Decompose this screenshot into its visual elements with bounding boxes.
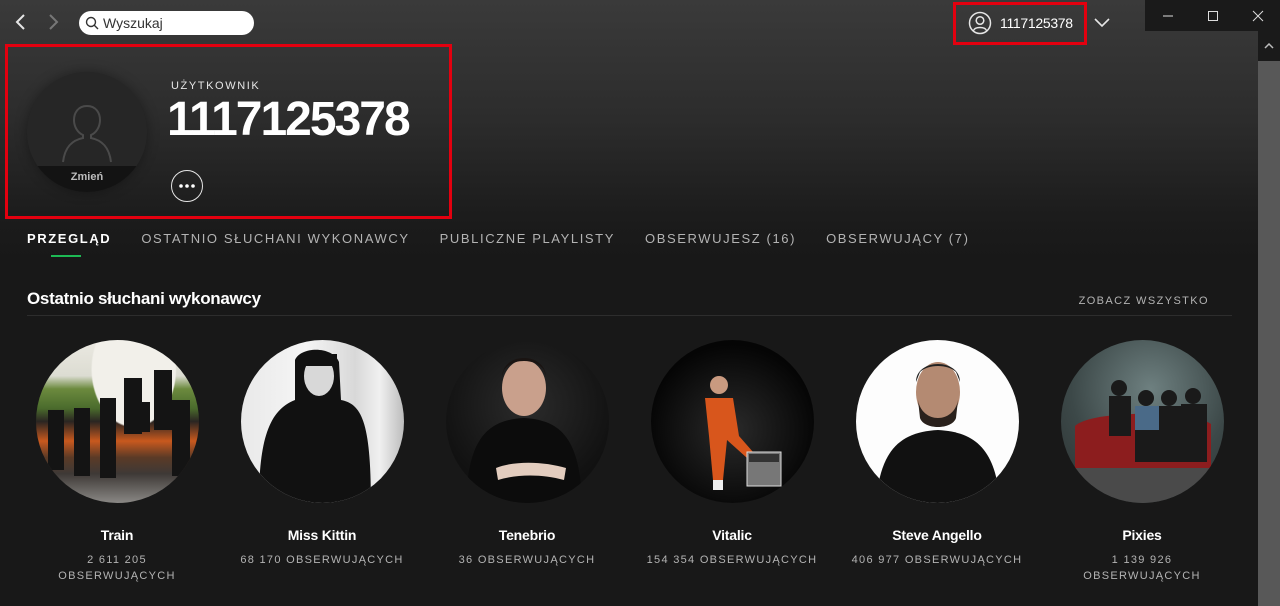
artist-name[interactable]: Tenebrio <box>437 527 617 543</box>
artist-name[interactable]: Pixies <box>1052 527 1232 543</box>
user-menu-button[interactable]: 1117125378 <box>958 6 1082 40</box>
artist-card[interactable]: Steve Angello 406 977 OBSERWUJĄCYCH <box>847 340 1027 584</box>
change-photo-button[interactable]: Zmień <box>27 166 147 192</box>
back-button[interactable] <box>9 10 33 34</box>
username-label: 1117125378 <box>1000 15 1073 31</box>
scroll-up-button[interactable] <box>1258 31 1280 61</box>
chevron-down-icon <box>1094 18 1110 28</box>
tab-public-playlists[interactable]: PUBLICZNE PLAYLISTY <box>440 231 615 246</box>
maximize-button[interactable] <box>1190 0 1235 31</box>
artist-image[interactable] <box>1060 340 1224 503</box>
forward-button[interactable] <box>41 10 65 34</box>
scrollbar-track[interactable] <box>1258 31 1280 606</box>
artist-name[interactable]: Train <box>27 527 207 543</box>
profile-avatar[interactable]: Zmień <box>27 72 147 192</box>
artist-image[interactable] <box>240 340 404 503</box>
tab-recent-artists[interactable]: OSTATNIO SŁUCHANI WYKONAWCY <box>141 231 409 246</box>
profile-type-label: UŻYTKOWNIK <box>171 80 261 92</box>
artist-followers: 406 977 OBSERWUJĄCYCH <box>851 554 1023 566</box>
user-silhouette-icon <box>62 105 112 163</box>
see-all-link[interactable]: ZOBACZ WSZYSTKO <box>1079 295 1209 307</box>
search-box[interactable] <box>79 11 254 35</box>
artist-image[interactable] <box>445 340 609 503</box>
tab-following[interactable]: OBSERWUJESZ (16) <box>645 231 796 246</box>
chevron-up-icon <box>1264 43 1274 49</box>
artist-name[interactable]: Vitalic <box>642 527 822 543</box>
ellipsis-icon <box>179 184 195 188</box>
close-button[interactable] <box>1235 0 1280 31</box>
app-window: 1117125378 Zmień UŻYTKOWNIK 1117125378 P… <box>0 0 1258 606</box>
minimize-button[interactable] <box>1145 0 1190 31</box>
search-icon <box>85 16 99 30</box>
artist-followers: 1 139 926 OBSERWUJĄCYCH <box>1083 554 1201 582</box>
profile-name: 1117125378 <box>167 93 411 146</box>
artist-name[interactable]: Steve Angello <box>847 527 1027 543</box>
artist-card[interactable]: Vitalic 154 354 OBSERWUJĄCYCH <box>642 340 822 584</box>
artist-followers: 68 170 OBSERWUJĄCYCH <box>240 554 404 566</box>
artist-image[interactable] <box>35 340 199 503</box>
artist-followers: 36 OBSERWUJĄCYCH <box>458 554 596 566</box>
chevron-left-icon <box>15 14 25 30</box>
artist-image[interactable] <box>855 340 1019 503</box>
user-icon <box>968 11 992 35</box>
close-icon <box>1252 10 1263 21</box>
profile-tabs: PRZEGLĄD OSTATNIO SŁUCHANI WYKONAWCY PUB… <box>27 231 1000 257</box>
window-controls <box>1145 0 1280 31</box>
tab-followers[interactable]: OBSERWUJĄCY (7) <box>826 231 969 246</box>
artist-card[interactable]: Pixies 1 139 926 OBSERWUJĄCYCH <box>1052 340 1232 584</box>
artist-card[interactable]: Train 2 611 205 OBSERWUJĄCYCH <box>27 340 207 584</box>
chevron-right-icon <box>49 14 59 30</box>
artist-image[interactable] <box>650 340 814 503</box>
section-divider <box>27 315 1232 316</box>
artist-card[interactable]: Miss Kittin 68 170 OBSERWUJĄCYCH <box>232 340 412 584</box>
maximize-icon <box>1207 10 1218 21</box>
artist-list: Train 2 611 205 OBSERWUJĄCYCH Miss Kitti… <box>27 340 1232 584</box>
user-menu-dropdown[interactable] <box>1092 13 1112 33</box>
artist-card[interactable]: Tenebrio 36 OBSERWUJĄCYCH <box>437 340 617 584</box>
artist-name[interactable]: Miss Kittin <box>232 527 412 543</box>
artist-followers: 154 354 OBSERWUJĄCYCH <box>646 554 818 566</box>
more-options-button[interactable] <box>171 170 203 202</box>
section-title: Ostatnio słuchani wykonawcy <box>27 289 261 308</box>
artist-followers: 2 611 205 OBSERWUJĄCYCH <box>58 554 176 582</box>
search-input[interactable] <box>103 15 243 31</box>
tab-overview[interactable]: PRZEGLĄD <box>27 231 111 257</box>
minimize-icon <box>1162 15 1173 16</box>
